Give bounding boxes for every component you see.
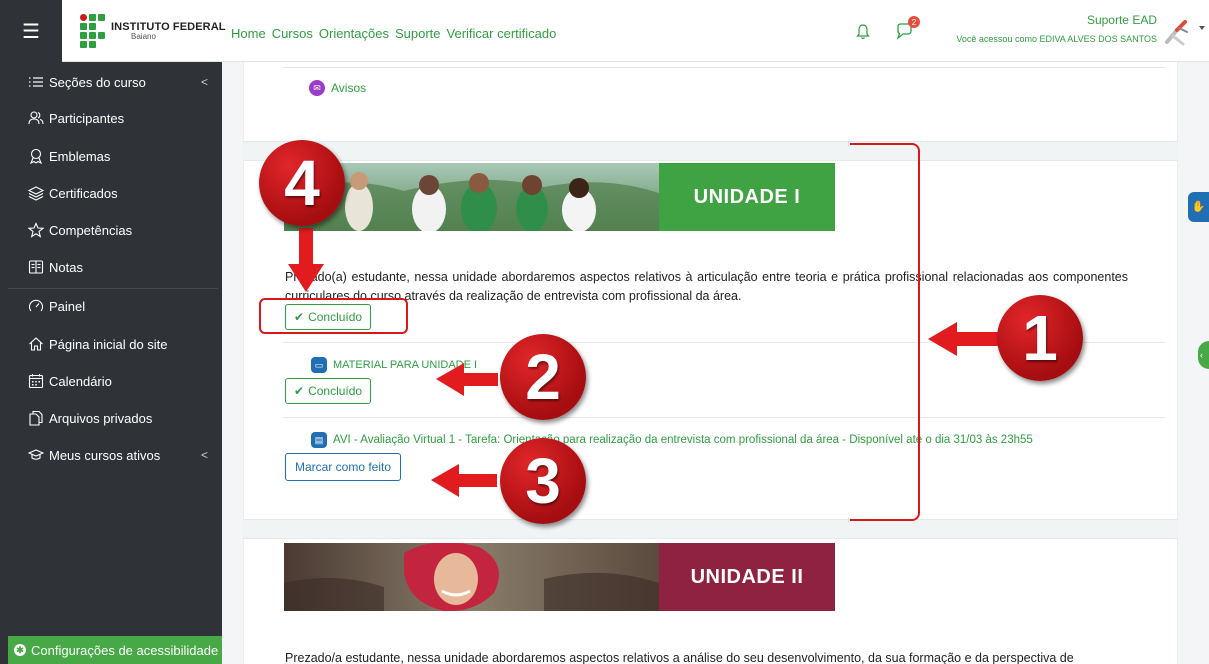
student-photo (284, 543, 659, 611)
sidebar-item-pagina-inicial[interactable]: Página inicial do site (28, 336, 168, 352)
check-icon: ✔ (294, 384, 305, 398)
material-completed-button[interactable]: ✔ Concluído (285, 378, 372, 404)
home-icon (29, 337, 43, 351)
annotation-marker-1: 1 (997, 295, 1083, 381)
divider (283, 67, 1165, 68)
unit-2-summary: Prezado/a estudante, nessa unidade abord… (285, 651, 1074, 664)
menu-toggle-button[interactable]: ☰ (0, 0, 62, 62)
dashboard-icon (28, 299, 44, 312)
chevron-left-icon: ‹ (1200, 350, 1203, 360)
drawer-toggle-tab[interactable]: ‹ (1198, 341, 1209, 369)
accessibility-settings-button[interactable]: ✱ Configurações de acessibilidade (8, 636, 222, 664)
hamburger-icon: ☰ (22, 20, 40, 43)
nav-link-verificar-certificado[interactable]: Verificar certificado (447, 26, 557, 41)
logged-as-text: Você acessou como EDIVA ALVES DOS SANTOS (956, 34, 1157, 44)
sidebar: Seções do curso < Participantes Emblemas… (0, 62, 222, 664)
sidebar-item-label: Certificados (49, 185, 118, 201)
sidebar-item-label: Notas (49, 259, 83, 275)
unit-2-banner: UNIDADE II (284, 543, 835, 611)
users-icon (28, 111, 44, 125)
mark-as-done-button[interactable]: Marcar como feito (285, 453, 402, 481)
sidebar-item-painel[interactable]: Painel (28, 298, 85, 314)
table-icon (28, 260, 44, 274)
logo-title: INSTITUTO FEDERAL (111, 20, 226, 33)
sidebar-item-label: Seções do curso (49, 74, 146, 90)
completed-label: Concluído (308, 384, 363, 398)
nav-link-home[interactable]: Home (231, 26, 266, 41)
annotation-marker-2: 2 (500, 334, 586, 420)
sidebar-item-meus-cursos-ativos[interactable]: Meus cursos ativos (28, 447, 160, 463)
site-logo[interactable]: INSTITUTO FEDERAL Baiano (80, 14, 226, 48)
section-separator (243, 141, 1178, 161)
bell-icon[interactable] (856, 24, 870, 40)
sidebar-item-secoes-do-curso[interactable]: Seções do curso (28, 74, 146, 90)
sidebar-item-competencias[interactable]: Competências (28, 222, 132, 238)
badge-icon (30, 148, 42, 164)
avisos-link[interactable]: ✉ Avisos (309, 80, 366, 96)
unit-1-summary: Prezado(a) estudante, nessa unidade abor… (285, 270, 1128, 303)
sidebar-item-label: Painel (49, 298, 86, 314)
assignment-icon: ▤ (311, 432, 327, 448)
hand-icon: ✋ (1191, 201, 1206, 213)
avi-assignment-link[interactable]: ▤ AVI - Avaliação Virtual 1 - Tarefa: Or… (311, 432, 1033, 448)
files-icon (29, 410, 43, 426)
sidebar-item-label: Página inicial do site (49, 336, 168, 352)
avisos-label: Avisos (331, 81, 367, 95)
main-nav: Home Cursos Orientações Suporte Verifica… (231, 26, 556, 41)
student-photo-image (284, 543, 659, 611)
sidebar-divider (8, 288, 218, 289)
unit-1-banner-label: UNIDADE I (659, 163, 835, 231)
sidebar-item-label: Emblemas (49, 148, 111, 164)
material-unidade-1-link[interactable]: ▭ MATERIAL PARA UNIDADE I (311, 357, 477, 373)
sidebar-item-participantes[interactable]: Participantes (28, 110, 124, 126)
star-icon (28, 222, 44, 238)
sidebar-item-emblemas[interactable]: Emblemas (28, 148, 110, 164)
list-icon (29, 77, 43, 87)
sidebar-item-calendario[interactable]: Calendário (28, 373, 112, 389)
sidebar-item-certificados[interactable]: Certificados (28, 185, 118, 201)
calendar-icon (28, 374, 44, 389)
sidebar-item-label: Meus cursos ativos (49, 447, 161, 463)
if-logo-icon (80, 14, 105, 48)
nav-link-orientacoes[interactable]: Orientações (319, 26, 389, 41)
divider (283, 417, 1165, 418)
chat-count-badge: 2 (908, 16, 920, 28)
sidebar-item-label: Calendário (49, 373, 112, 389)
chevron-left-icon[interactable]: < (201, 75, 208, 89)
layers-icon (28, 186, 44, 201)
nav-link-suporte[interactable]: Suporte (395, 26, 441, 41)
sidebar-item-label: Arquivos privados (49, 410, 153, 426)
user-name[interactable]: Suporte EAD (1087, 13, 1157, 27)
section-separator (243, 519, 1178, 539)
avi-label: AVI - Avaliação Virtual 1 - Tarefa: Orie… (333, 434, 1033, 446)
sidebar-item-label: Participantes (49, 110, 125, 126)
top-navbar: ☰ INSTITUTO FEDERAL Baiano Home Cursos O… (0, 0, 1209, 62)
annotation-highlight-box (259, 298, 408, 334)
accessibility-icon: ✱ (14, 644, 26, 656)
logo-subtitle: Baiano (131, 31, 156, 41)
unit-2-banner-label: UNIDADE II (659, 543, 835, 611)
annotation-marker-3: 3 (500, 438, 586, 524)
vlibras-accessibility-tab[interactable]: ✋ (1188, 192, 1209, 222)
user-avatar[interactable] (1163, 18, 1191, 46)
sidebar-item-label: Competências (49, 222, 133, 238)
annotation-marker-4: 4 (259, 140, 345, 226)
folder-icon: ▭ (311, 357, 327, 373)
sidebar-item-notas[interactable]: Notas (28, 259, 83, 275)
annotation-bracket (850, 143, 920, 521)
nav-link-cursos[interactable]: Cursos (272, 26, 313, 41)
forum-icon: ✉ (309, 80, 325, 96)
sidebar-item-arquivos-privados[interactable]: Arquivos privados (28, 410, 152, 426)
unit-1-banner: UNIDADE I (284, 163, 835, 231)
chevron-left-icon[interactable]: < (201, 448, 208, 462)
accessibility-label: Configurações de acessibilidade (31, 642, 219, 658)
user-menu-caret-icon[interactable] (1199, 26, 1205, 30)
material-label: MATERIAL PARA UNIDADE I (333, 359, 478, 371)
graduation-cap-icon (28, 449, 44, 460)
